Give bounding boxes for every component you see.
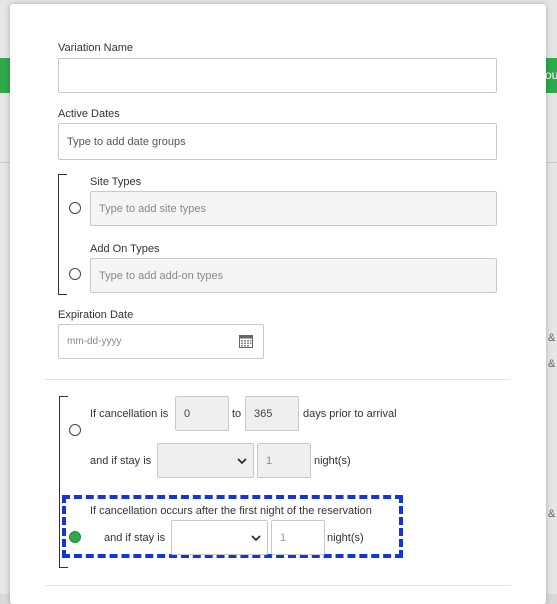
background-side-mark: & [548, 358, 556, 370]
add-on-types-placeholder: Type to add add-on types [99, 269, 224, 282]
expiration-date-input[interactable]: mm-dd-yyyy [58, 324, 264, 359]
expiration-date-label: Expiration Date [58, 309, 134, 321]
type-group-bracket [58, 174, 67, 295]
background-side-mark: & [548, 508, 556, 520]
expiration-date-placeholder: mm-dd-yyyy [67, 336, 122, 347]
background-side-mark: & [548, 332, 556, 344]
rule1-prefix: If cancellation is [90, 408, 169, 420]
site-types-placeholder: Type to add site types [99, 202, 207, 215]
rule1-nights-suffix: night(s) [314, 455, 351, 467]
site-types-radio[interactable] [69, 202, 81, 214]
background-partial-text: ou [545, 68, 557, 82]
background-green-bar-right: ou [545, 58, 557, 93]
rule1-to-days-input[interactable]: 365 [245, 396, 299, 431]
rule1-nights-input[interactable]: 1 [257, 443, 311, 478]
add-on-types-label: Add On Types [90, 243, 160, 255]
site-types-label: Site Types [90, 176, 142, 188]
active-dates-placeholder: Type to add date groups [67, 135, 186, 148]
rule1-stay-prefix: and if stay is [90, 455, 152, 467]
rule2-nights-suffix: night(s) [327, 532, 364, 544]
chevron-down-icon [251, 534, 261, 541]
rule1-stay-select[interactable] [157, 443, 254, 478]
rule1-to-word: to [232, 408, 242, 420]
variation-name-label: Variation Name [58, 42, 133, 54]
chevron-down-icon [237, 457, 247, 464]
rule1-suffix: days prior to arrival [303, 408, 397, 420]
active-dates-label: Active Dates [58, 108, 120, 120]
rule-days-prior-radio[interactable] [69, 424, 81, 436]
calendar-icon[interactable] [239, 334, 253, 348]
rule2-stay-prefix: and if stay is [104, 532, 166, 544]
section-divider-bottom [45, 585, 511, 586]
rule2-title: If cancellation occurs after the first n… [90, 505, 372, 517]
rule-after-first-night-radio[interactable] [69, 531, 81, 543]
active-dates-input[interactable]: Type to add date groups [58, 123, 497, 160]
rule2-stay-select[interactable] [171, 520, 268, 555]
add-on-types-input[interactable]: Type to add add-on types [90, 258, 497, 293]
rule2-nights-input[interactable]: 1 [271, 520, 325, 555]
add-on-types-radio[interactable] [69, 268, 81, 280]
site-types-input[interactable]: Type to add site types [90, 191, 497, 226]
variation-name-input[interactable] [58, 58, 497, 93]
rule1-from-days-input[interactable]: 0 [175, 396, 229, 431]
section-divider [45, 379, 511, 380]
variation-modal: Variation Name Active Dates Type to add … [10, 4, 546, 604]
